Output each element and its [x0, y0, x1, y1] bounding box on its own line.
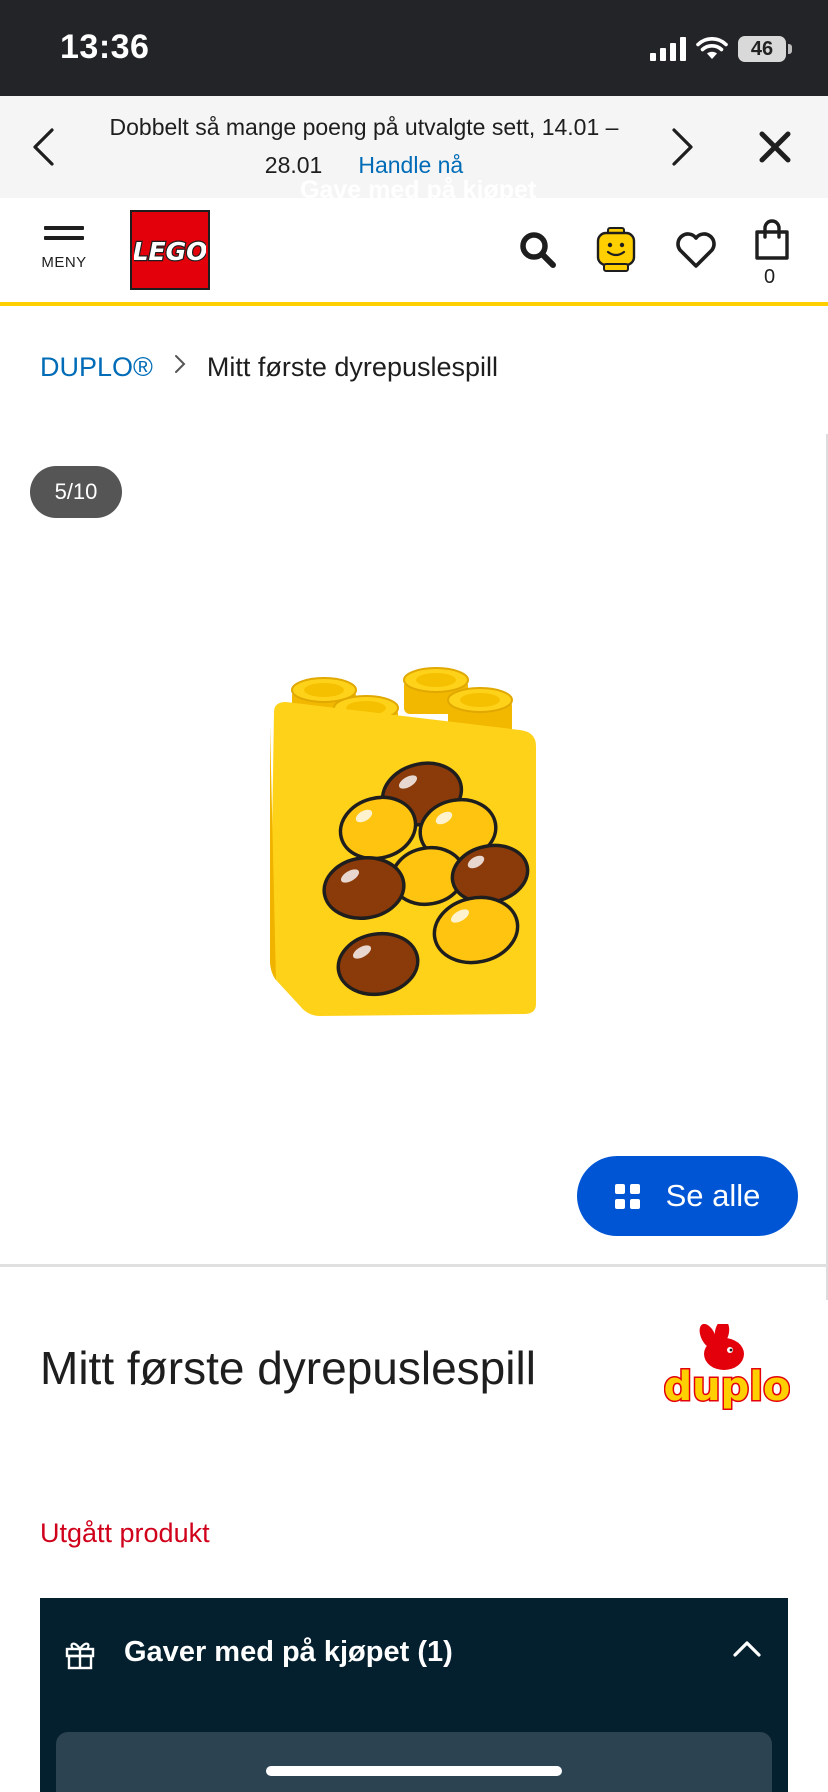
wishlist-button[interactable]	[668, 222, 724, 278]
status-icons: 46	[650, 32, 792, 66]
status-time: 13:36	[60, 28, 150, 66]
see-all-label: Se alle	[665, 1178, 761, 1213]
status-bar: 13:36 46	[0, 0, 828, 96]
battery-icon: 46	[738, 36, 786, 62]
duplo-logo[interactable]: duplo	[664, 1324, 790, 1412]
battery-tip	[788, 44, 792, 54]
breadcrumb-current: Mitt første dyrepuslespill	[206, 352, 499, 382]
product-gallery[interactable]: 5/10 Se alle	[0, 430, 828, 1264]
gift-card	[56, 1732, 772, 1792]
chevron-left-icon	[33, 128, 54, 166]
breadcrumb-duplo-link[interactable]: DUPLO®	[40, 352, 153, 383]
site-header: MENY LEGO 0	[0, 198, 828, 306]
menu-button[interactable]: MENY	[30, 220, 98, 282]
home-indicator	[266, 1766, 562, 1776]
bag-count: 0	[764, 266, 776, 288]
lego-logo-text: LEGO	[134, 237, 206, 266]
minifigure-head-icon	[596, 227, 636, 272]
breadcrumb: DUPLO® Mitt første dyrepuslespill	[40, 352, 498, 383]
menu-label: MENY	[41, 254, 87, 271]
chevron-up-icon	[733, 1641, 761, 1657]
gifts-accordion-header[interactable]: Gaver med på kjøpet (1)	[40, 1598, 788, 1710]
shopping-bag-icon	[755, 219, 789, 260]
product-title: Mitt første dyrepuslespill	[40, 1342, 536, 1394]
gallery-counter: 5/10	[30, 466, 122, 518]
promo-close-button[interactable]	[748, 120, 802, 174]
duplo-logo-text: duplo	[664, 1364, 790, 1410]
heart-icon	[676, 232, 716, 268]
gifts-title: Gaver med på kjøpet (1)	[124, 1636, 453, 1668]
signal-icon	[650, 37, 686, 61]
promo-message: Dobbelt så mange poeng på utvalgte sett,…	[72, 108, 656, 184]
search-button[interactable]	[510, 222, 566, 278]
gift-icon	[65, 1642, 95, 1670]
product-image	[270, 667, 536, 1016]
breadcrumb-separator-icon	[173, 353, 187, 382]
promo-next-button[interactable]	[656, 120, 710, 174]
lego-logo[interactable]: LEGO	[130, 210, 210, 290]
promo-prev-button[interactable]	[16, 120, 70, 174]
wifi-icon	[696, 37, 728, 59]
lego-logo-mark: LEGO	[134, 236, 206, 267]
close-icon	[759, 131, 791, 163]
hamburger-icon	[44, 226, 84, 240]
see-all-button[interactable]: Se alle	[577, 1156, 798, 1236]
grid-icon	[614, 1183, 640, 1209]
gifts-accordion: Gaver med på kjøpet (1)	[40, 1598, 788, 1792]
promo-shop-link[interactable]: Handle nå	[358, 152, 463, 178]
chevron-right-icon	[672, 128, 693, 166]
search-icon	[520, 232, 556, 268]
section-divider	[0, 1264, 828, 1267]
gift-card-label: Gave med på kjøpet	[300, 176, 537, 204]
product-status: Utgått produkt	[40, 1518, 210, 1548]
account-button[interactable]	[588, 222, 644, 278]
bag-button[interactable]	[744, 212, 800, 268]
